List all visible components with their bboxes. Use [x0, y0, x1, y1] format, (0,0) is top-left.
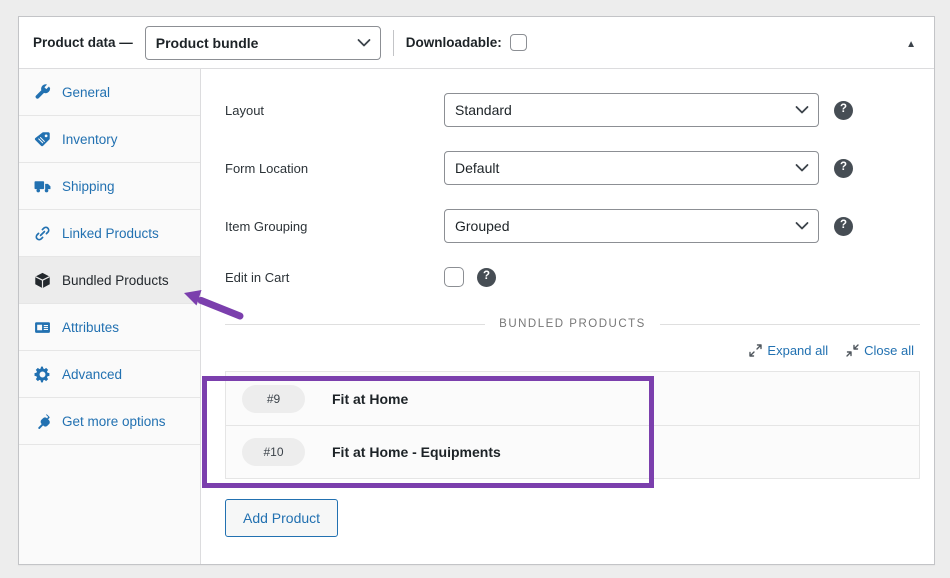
- tab-label: Inventory: [62, 132, 118, 147]
- tab-label: Shipping: [62, 179, 115, 194]
- product-title: Fit at Home: [332, 391, 408, 407]
- tab-label: General: [62, 85, 110, 100]
- tab-label: Linked Products: [62, 226, 159, 241]
- item-grouping-select[interactable]: Grouped: [444, 209, 819, 243]
- help-icon[interactable]: ?: [834, 101, 853, 120]
- tab-linked-products[interactable]: Linked Products: [19, 210, 200, 257]
- tab-advanced[interactable]: Advanced: [19, 351, 200, 398]
- item-grouping-select-wrap: Grouped: [444, 209, 819, 243]
- close-all-link[interactable]: Close all: [846, 343, 914, 358]
- tab-shipping[interactable]: Shipping: [19, 163, 200, 210]
- tab-label: Attributes: [62, 320, 119, 335]
- layout-select-wrap: Standard: [444, 93, 819, 127]
- cube-icon: [34, 272, 51, 289]
- downloadable-checkbox[interactable]: [510, 34, 527, 51]
- product-type-select[interactable]: Product bundle: [145, 26, 381, 60]
- tab-attributes[interactable]: Attributes: [19, 304, 200, 351]
- bundled-products-list: #9 Fit at Home #10 Fit at Home - Equipme…: [225, 371, 920, 479]
- edit-in-cart-checkbox[interactable]: [444, 267, 464, 287]
- field-row-edit-in-cart: Edit in Cart ?: [225, 267, 920, 287]
- help-icon[interactable]: ?: [834, 159, 853, 178]
- tab-inventory[interactable]: Inventory: [19, 116, 200, 163]
- item-grouping-label: Item Grouping: [225, 219, 444, 234]
- truck-icon: [34, 178, 51, 195]
- bundled-products-panel: Layout Standard ? Form Location Default: [201, 69, 934, 564]
- tag-icon: [34, 131, 51, 148]
- collapse-triangle-icon: ▲: [906, 39, 916, 50]
- product-data-tabs: General Inventory Shipping Linked Produc…: [19, 69, 201, 564]
- form-location-label: Form Location: [225, 161, 444, 176]
- expand-arrows-icon: [749, 344, 762, 357]
- section-title: BUNDLED PRODUCTS: [499, 318, 646, 330]
- metabox-header: Product data — Product bundle Downloadab…: [19, 17, 934, 69]
- edit-in-cart-label: Edit in Cart: [225, 270, 444, 285]
- separator-line: [225, 324, 485, 325]
- metabox-body: General Inventory Shipping Linked Produc…: [19, 69, 934, 564]
- tab-general[interactable]: General: [19, 69, 200, 116]
- product-title: Fit at Home - Equipments: [332, 444, 501, 460]
- link-icon: [34, 225, 51, 242]
- bundled-product-row[interactable]: #10 Fit at Home - Equipments: [226, 425, 919, 478]
- card-icon: [34, 319, 51, 336]
- tab-label: Get more options: [62, 414, 166, 429]
- help-icon[interactable]: ?: [834, 217, 853, 236]
- product-id-badge: #9: [242, 385, 305, 413]
- field-row-item-grouping: Item Grouping Grouped ?: [225, 209, 920, 243]
- metabox-title: Product data —: [33, 35, 133, 50]
- header-divider: [393, 30, 394, 56]
- product-type-select-wrap: Product bundle: [145, 26, 381, 60]
- form-location-select[interactable]: Default: [444, 151, 819, 185]
- product-data-metabox: Product data — Product bundle Downloadab…: [18, 16, 935, 565]
- help-icon[interactable]: ?: [477, 268, 496, 287]
- separator-line: [660, 324, 920, 325]
- form-location-select-wrap: Default: [444, 151, 819, 185]
- bundled-products-separator: BUNDLED PRODUCTS: [225, 318, 920, 330]
- tab-get-more-options[interactable]: Get more options: [19, 398, 200, 445]
- layout-select[interactable]: Standard: [444, 93, 819, 127]
- collapse-arrows-icon: [846, 344, 859, 357]
- field-row-form-location: Form Location Default ?: [225, 151, 920, 185]
- metabox-collapse-button[interactable]: ▲: [902, 31, 920, 54]
- wrench-icon: [34, 84, 51, 101]
- tab-bundled-products[interactable]: Bundled Products: [19, 257, 200, 304]
- expand-all-link[interactable]: Expand all: [749, 343, 828, 358]
- expand-all-label: Expand all: [767, 343, 828, 358]
- field-row-layout: Layout Standard ?: [225, 93, 920, 127]
- add-product-button[interactable]: Add Product: [225, 499, 338, 537]
- plug-icon: [34, 413, 51, 430]
- gear-icon: [34, 366, 51, 383]
- downloadable-label: Downloadable:: [406, 35, 502, 50]
- product-id-badge: #10: [242, 438, 305, 466]
- tab-label: Bundled Products: [62, 273, 169, 288]
- close-all-label: Close all: [864, 343, 914, 358]
- layout-label: Layout: [225, 103, 444, 118]
- tab-label: Advanced: [62, 367, 122, 382]
- expand-close-toolbar: Expand all Close all: [225, 343, 914, 358]
- bundled-product-row[interactable]: #9 Fit at Home: [226, 372, 919, 425]
